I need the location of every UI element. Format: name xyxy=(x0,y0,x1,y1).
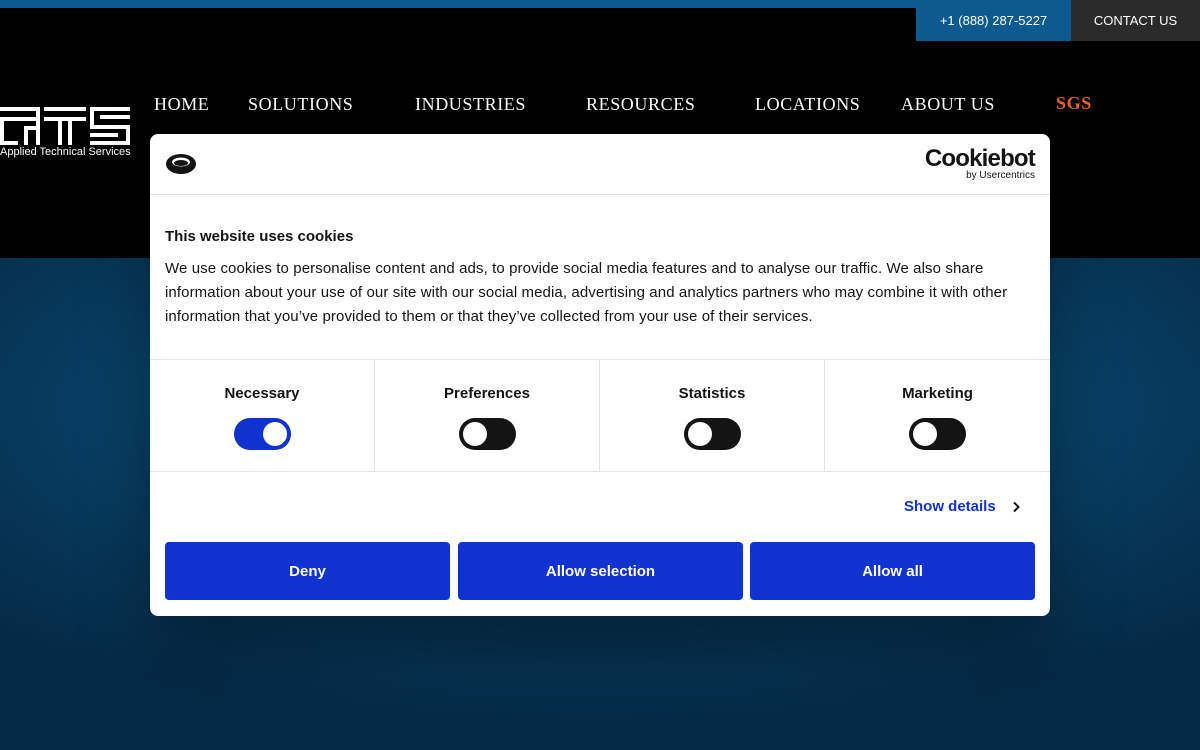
consent-categories: Necessary Preferences Statistics Marketi… xyxy=(150,359,1050,472)
nav-about-us[interactable]: ABOUT US xyxy=(901,94,995,115)
cookie-logo-icon xyxy=(166,154,196,174)
cookiebot-name: Cookiebot xyxy=(924,145,1036,172)
category-statistics: Statistics xyxy=(600,360,825,471)
deny-button[interactable]: Deny xyxy=(165,542,450,600)
category-label: Marketing xyxy=(902,385,973,402)
nav-industries[interactable]: INDUSTRIES xyxy=(415,94,526,115)
toggle-knob xyxy=(913,422,937,446)
necessary-toggle[interactable] xyxy=(234,418,291,450)
cookie-consent-dialog: Cookiebot by Usercentrics This website u… xyxy=(150,134,1050,616)
brand-tagline: Applied Technical Services xyxy=(0,146,131,158)
preferences-toggle[interactable] xyxy=(459,418,516,450)
chevron-right-icon xyxy=(1012,501,1020,512)
dialog-title: This website uses cookies xyxy=(165,228,354,245)
show-details-label: Show details xyxy=(904,498,996,515)
nav-resources[interactable]: RESOURCES xyxy=(586,94,695,115)
dialog-header: Cookiebot by Usercentrics xyxy=(150,134,1050,195)
category-necessary: Necessary xyxy=(150,360,375,471)
phone-button[interactable]: +1 (888) 287-5227 xyxy=(916,0,1071,41)
nav-locations[interactable]: LOCATIONS xyxy=(755,94,860,115)
allow-selection-button[interactable]: Allow selection xyxy=(458,542,743,600)
dialog-body-text: We use cookies to personalise content an… xyxy=(165,260,1008,325)
toggle-knob xyxy=(688,422,712,446)
marketing-toggle[interactable] xyxy=(909,418,966,450)
cookiebot-brand[interactable]: Cookiebot by Usercentrics xyxy=(924,145,1036,182)
nav-solutions[interactable]: SOLUTIONS xyxy=(248,94,353,115)
nav-home[interactable]: HOME xyxy=(154,94,209,115)
contact-us-button[interactable]: CONTACT US xyxy=(1071,0,1200,41)
toggle-knob xyxy=(463,422,487,446)
category-label: Necessary xyxy=(224,385,300,402)
category-preferences: Preferences xyxy=(375,360,600,471)
toggle-knob xyxy=(263,422,287,446)
statistics-toggle[interactable] xyxy=(684,418,741,450)
category-marketing: Marketing xyxy=(825,360,1050,471)
category-label: Preferences xyxy=(444,385,530,402)
category-label: Statistics xyxy=(678,385,746,402)
allow-all-button[interactable]: Allow all xyxy=(750,542,1035,600)
nav-sgs[interactable]: SGS xyxy=(1056,93,1092,114)
show-details-link[interactable]: Show details xyxy=(904,498,1022,515)
ats-logo[interactable] xyxy=(0,106,130,146)
